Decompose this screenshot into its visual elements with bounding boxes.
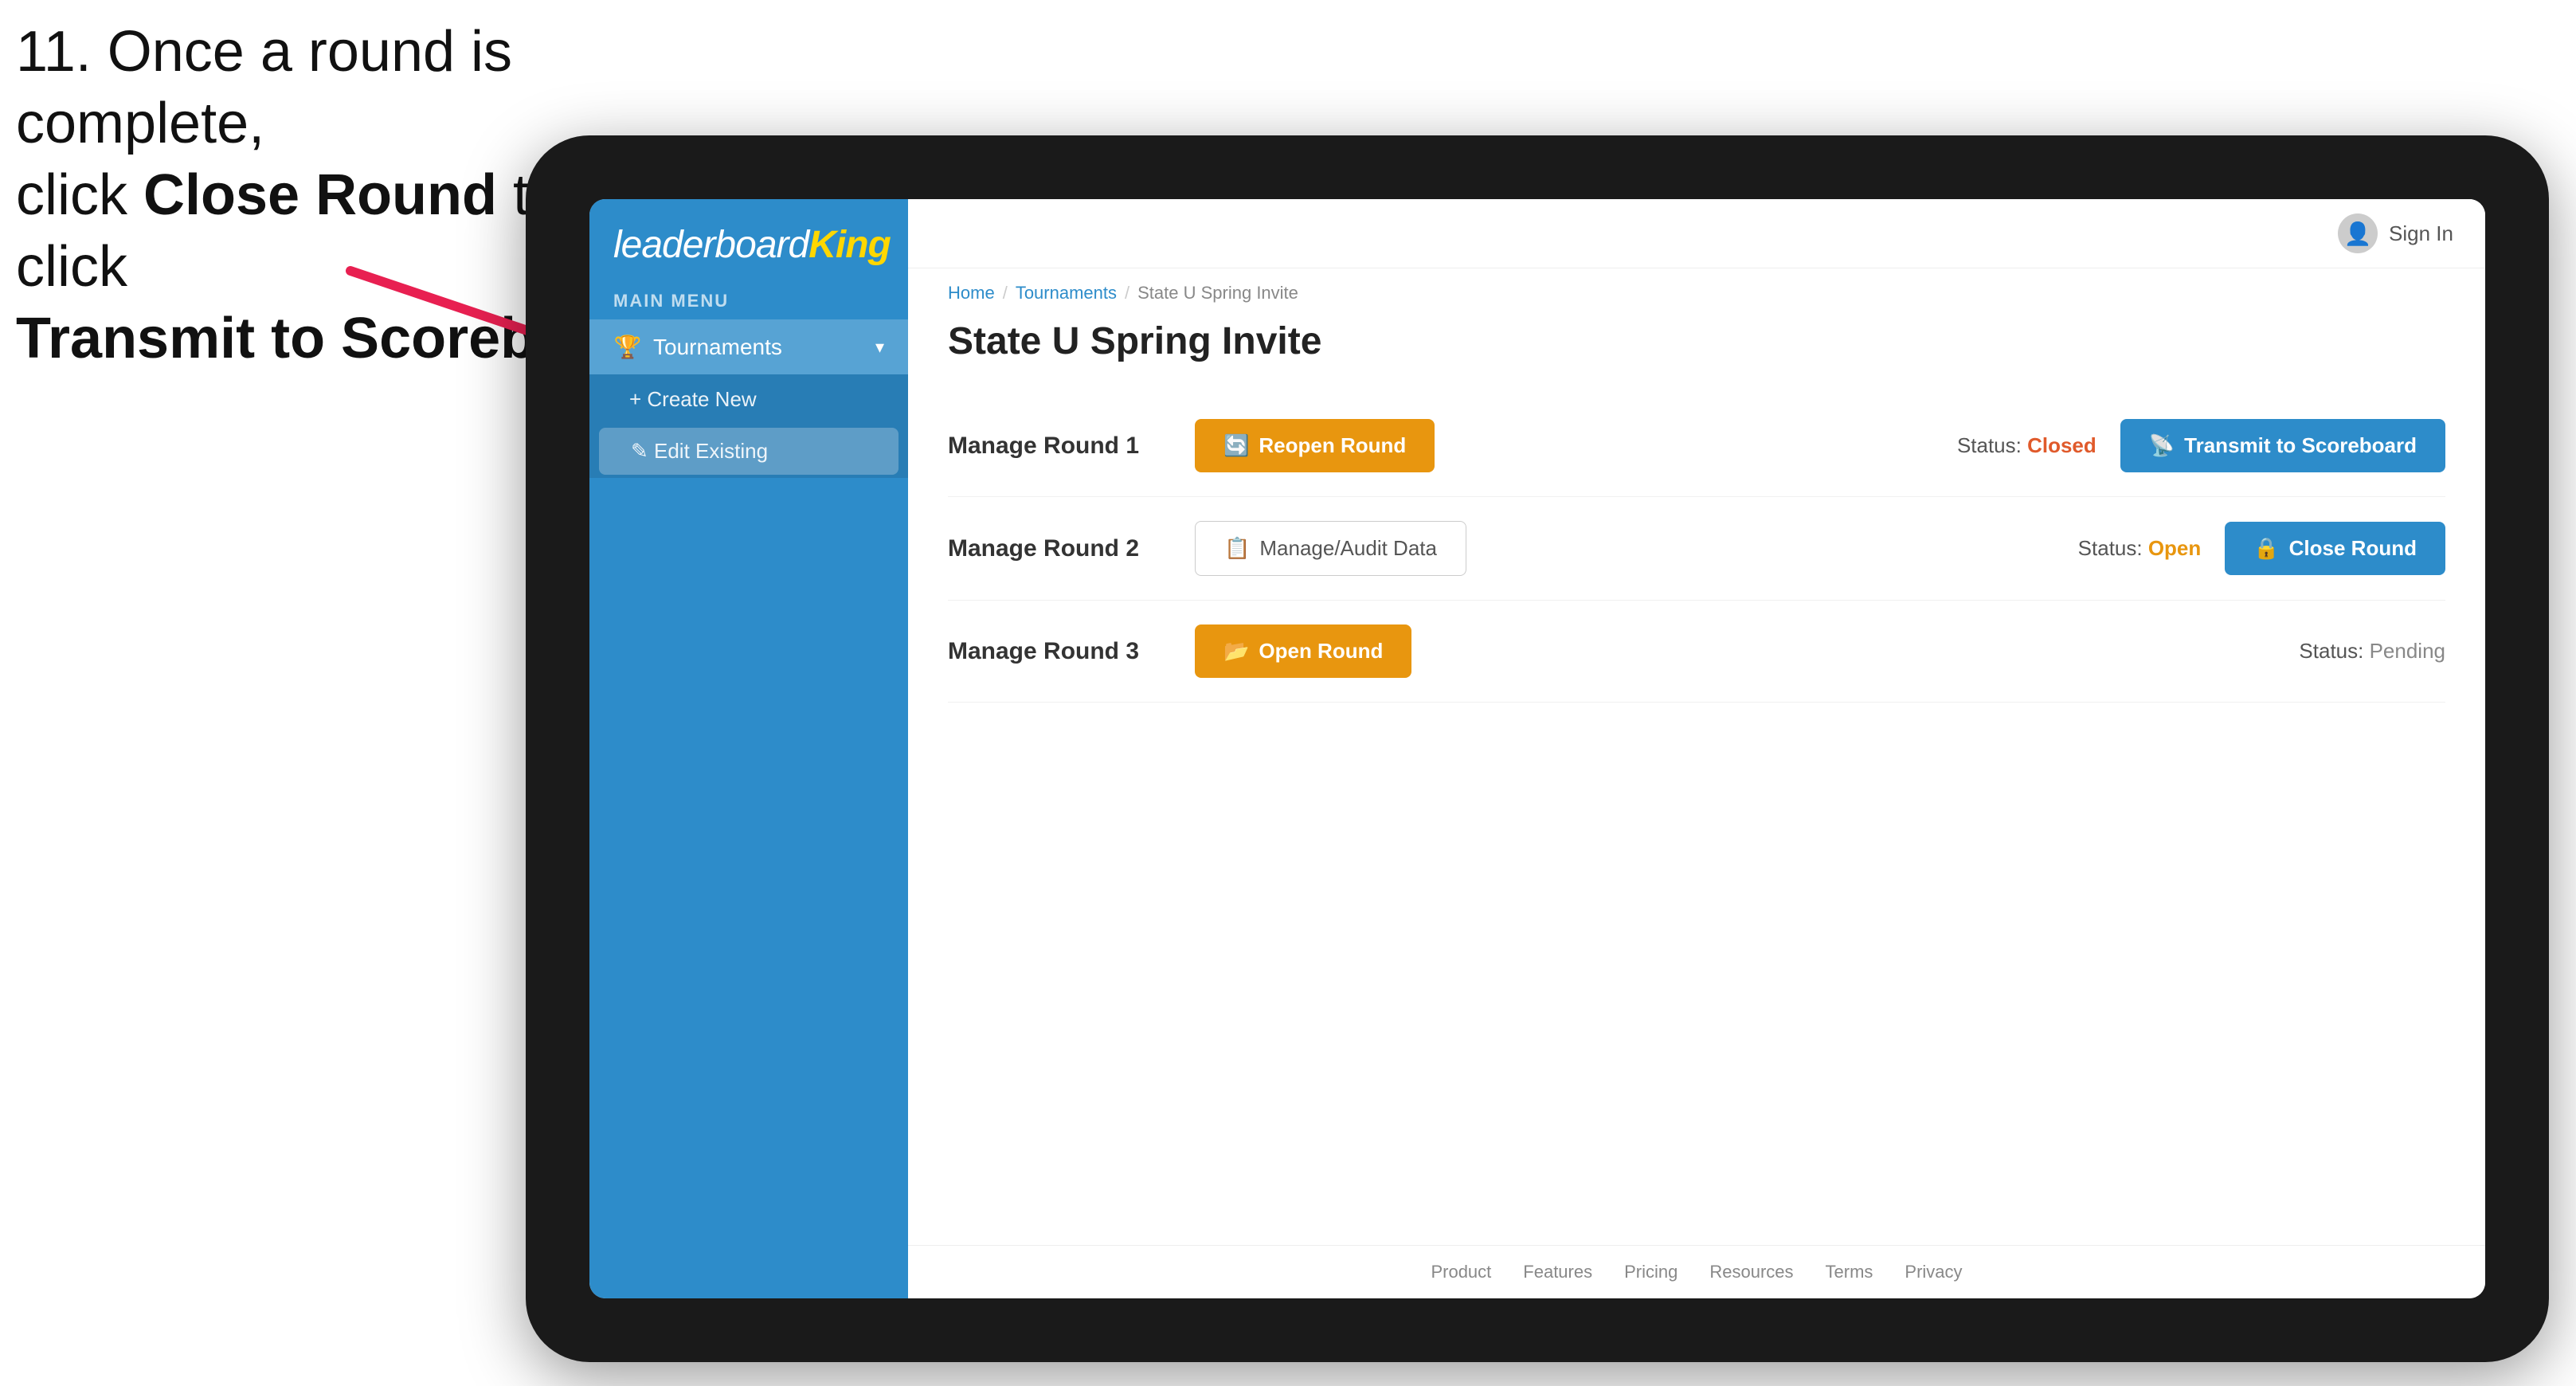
round-3-left: Manage Round 3 📂 Open Round: [948, 624, 1411, 678]
round-3-status-label: Status: Pending: [2299, 639, 2445, 664]
breadcrumb-current: State U Spring Invite: [1137, 283, 1298, 303]
logo: leaderboardKing: [613, 223, 884, 267]
trophy-icon: 🏆: [613, 334, 642, 360]
round-2-status-label: Status: Open: [2078, 536, 2202, 561]
open-round-label: Open Round: [1259, 639, 1383, 664]
footer: Product Features Pricing Resources Terms…: [908, 1245, 2485, 1298]
footer-privacy[interactable]: Privacy: [1905, 1262, 1962, 1282]
reopen-label: Reopen Round: [1259, 433, 1406, 458]
footer-product[interactable]: Product: [1431, 1262, 1491, 1282]
round-2-section: Manage Round 2 📋 Manage/Audit Data Statu…: [948, 497, 2445, 601]
round-3-right: Status: Pending: [2299, 639, 2445, 664]
instruction-line2: click: [16, 163, 143, 227]
footer-features[interactable]: Features: [1523, 1262, 1592, 1282]
round-2-status-value: Open: [2148, 536, 2201, 560]
create-new-label: + Create New: [629, 387, 757, 412]
round-1-right: Status: Closed 📡 Transmit to Scoreboard: [1957, 419, 2445, 472]
sidebar-edit-existing[interactable]: ✎ Edit Existing: [599, 428, 898, 475]
breadcrumb-sep1: /: [1003, 283, 1008, 303]
sign-in-label: Sign In: [2389, 221, 2453, 246]
tournaments-submenu: + Create New ✎ Edit Existing: [589, 374, 908, 478]
logo-king: King: [808, 224, 891, 266]
sidebar: leaderboardKing MAIN MENU 🏆 Tournaments …: [589, 199, 908, 1298]
page-content: State U Spring Invite Manage Round 1 🔄 R…: [908, 303, 2485, 1245]
user-avatar-icon: 👤: [2338, 213, 2378, 253]
close-round-button[interactable]: 🔒 Close Round: [2225, 522, 2445, 575]
round-1-status-label: Status: Closed: [1957, 433, 2096, 458]
round-3-title: Manage Round 3: [948, 638, 1171, 665]
sign-in-area[interactable]: 👤 Sign In: [2338, 213, 2453, 253]
round-1-title: Manage Round 1: [948, 433, 1171, 460]
main-content: 👤 Sign In Home / Tournaments / State U S…: [908, 199, 2485, 1298]
instruction-line1: 11. Once a round is complete,: [16, 20, 512, 155]
round-1-left: Manage Round 1 🔄 Reopen Round: [948, 419, 1435, 472]
page-title: State U Spring Invite: [948, 319, 2445, 363]
app-layout: leaderboardKing MAIN MENU 🏆 Tournaments …: [589, 199, 2485, 1298]
sidebar-tournaments-label: Tournaments: [653, 335, 864, 360]
reopen-round-button[interactable]: 🔄 Reopen Round: [1195, 419, 1435, 472]
sidebar-item-tournaments[interactable]: 🏆 Tournaments ▾: [589, 319, 908, 374]
sidebar-create-new[interactable]: + Create New: [589, 374, 908, 425]
audit-label: Manage/Audit Data: [1259, 536, 1437, 561]
tablet-screen: leaderboardKing MAIN MENU 🏆 Tournaments …: [589, 199, 2485, 1298]
breadcrumb-tournaments[interactable]: Tournaments: [1016, 283, 1117, 303]
transmit-icon: 📡: [2149, 433, 2175, 458]
reopen-icon: 🔄: [1223, 433, 1249, 458]
round-3-status-value: Pending: [2370, 639, 2445, 663]
round-2-left: Manage Round 2 📋 Manage/Audit Data: [948, 521, 1466, 576]
footer-resources[interactable]: Resources: [1709, 1262, 1793, 1282]
open-round-button[interactable]: 📂 Open Round: [1195, 624, 1411, 678]
logo-area: leaderboardKing: [589, 199, 908, 283]
logo-leaderboard: leaderboard: [613, 224, 808, 266]
round-2-right: Status: Open 🔒 Close Round: [2078, 522, 2445, 575]
round-1-status-value: Closed: [2027, 433, 2096, 457]
footer-pricing[interactable]: Pricing: [1624, 1262, 1678, 1282]
round-2-title: Manage Round 2: [948, 535, 1171, 562]
manage-audit-button[interactable]: 📋 Manage/Audit Data: [1195, 521, 1466, 576]
close-round-label: Close Round: [2289, 536, 2417, 561]
round-1-section: Manage Round 1 🔄 Reopen Round Status: Cl…: [948, 395, 2445, 497]
transmit-scoreboard-button[interactable]: 📡 Transmit to Scoreboard: [2120, 419, 2445, 472]
round-3-section: Manage Round 3 📂 Open Round Status: Pend…: [948, 601, 2445, 703]
instruction-bold1: Close Round: [143, 163, 497, 227]
breadcrumb-sep2: /: [1125, 283, 1129, 303]
tablet-device: leaderboardKing MAIN MENU 🏆 Tournaments …: [526, 135, 2549, 1362]
breadcrumb: Home / Tournaments / State U Spring Invi…: [908, 268, 2485, 303]
footer-terms[interactable]: Terms: [1826, 1262, 1873, 1282]
main-menu-label: MAIN MENU: [589, 283, 908, 319]
open-round-icon: 📂: [1223, 639, 1249, 664]
chevron-down-icon: ▾: [875, 337, 884, 358]
breadcrumb-home[interactable]: Home: [948, 283, 995, 303]
audit-icon: 📋: [1224, 536, 1250, 561]
top-bar: 👤 Sign In: [908, 199, 2485, 268]
edit-existing-label: ✎ Edit Existing: [631, 439, 768, 464]
transmit-label: Transmit to Scoreboard: [2184, 433, 2417, 458]
close-round-icon: 🔒: [2253, 536, 2279, 561]
